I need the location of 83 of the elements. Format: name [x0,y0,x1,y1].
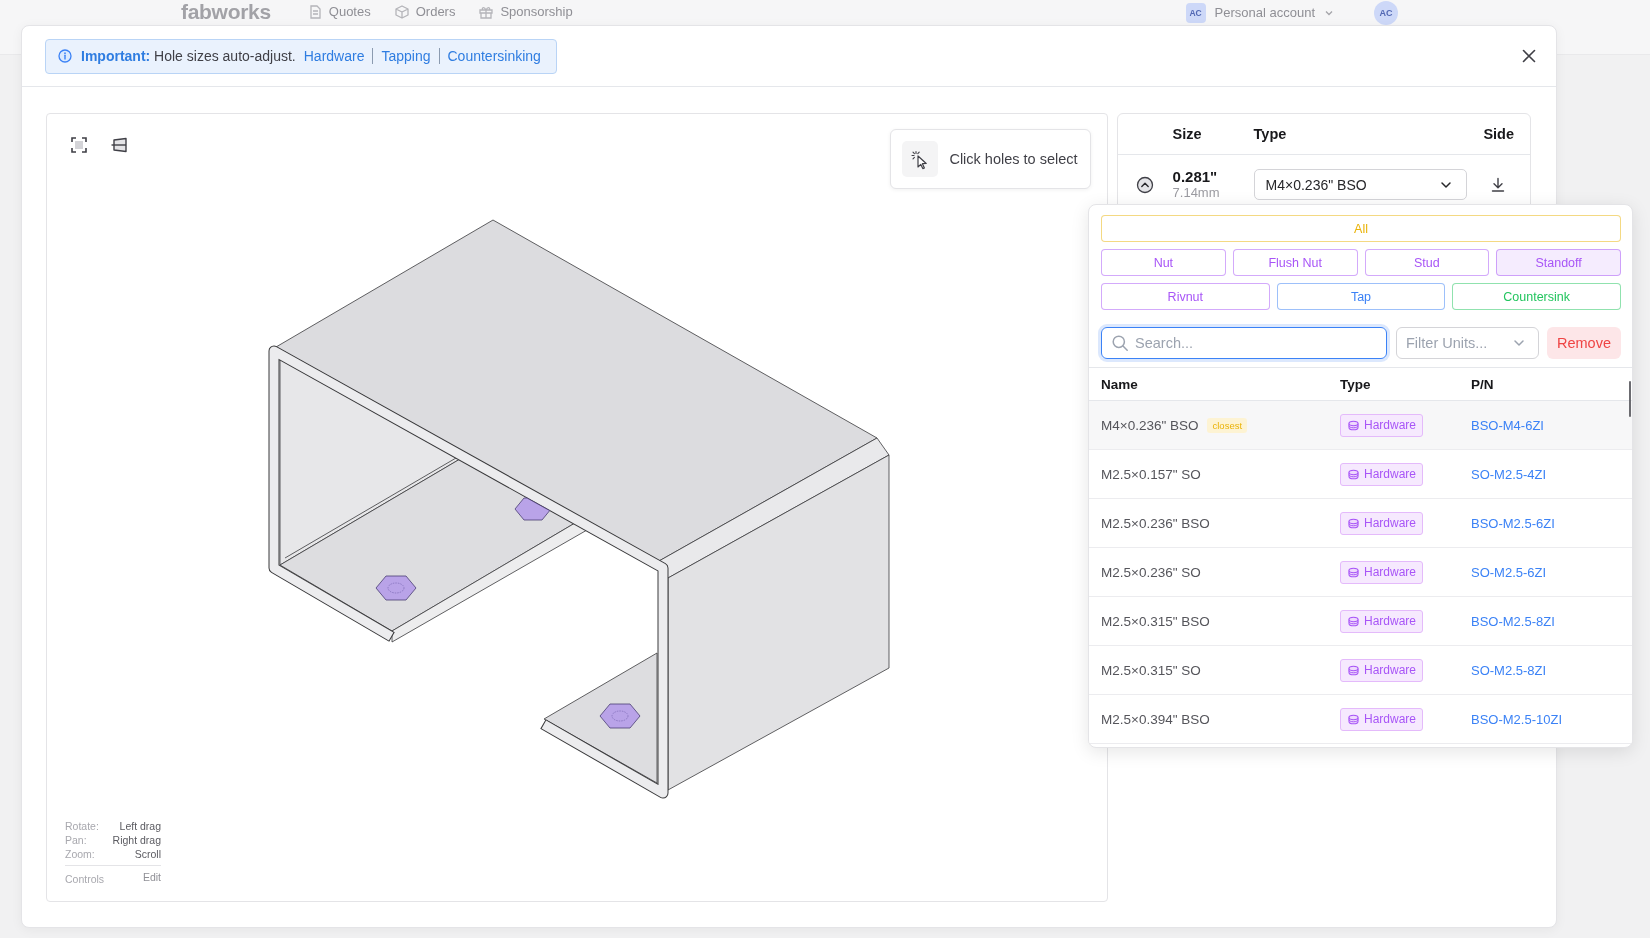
hex-nut[interactable] [375,575,417,601]
hex-nut[interactable] [599,703,641,729]
hint-text: Click holes to select [949,151,1078,167]
control-gesture-label: Scroll [134,847,161,861]
part-number-link[interactable]: BSO-M2.5-10ZI [1471,711,1632,727]
cylinder-icon [1348,419,1359,431]
control-action-label: Zoom: [65,847,95,861]
account-initials: AC [1185,3,1206,23]
notice-text: Important: Hole sizes auto-adjust. [81,48,296,64]
filter-button[interactable]: All [1101,215,1621,242]
logo-text[interactable]: fabworks [181,1,271,23]
cylinder-icon [1348,615,1359,627]
column-header: Type [1253,126,1288,142]
document-icon [308,5,322,19]
type-tag-label: Hardware [1364,663,1417,677]
column-header: Side [1483,126,1515,142]
column-header: P/N [1471,376,1495,392]
search-field[interactable]: Search... [1101,327,1387,359]
cylinder-icon [1348,664,1359,676]
cylinder-icon [1348,517,1359,529]
control-action-label: Rotate: [65,819,99,833]
type-tag-label: Hardware [1364,467,1417,481]
account-menu[interactable]: AC Personal account [1185,2,1334,24]
type-select[interactable]: M4×0.236" BSO [1253,169,1467,200]
filter-button[interactable]: Nut [1101,249,1226,276]
close-icon[interactable] [1522,49,1536,63]
cursor-click-icon [902,141,939,177]
table-row[interactable]: M2.5×0.236" BSO Hardware BSO-M2.5-6ZI [1089,499,1632,548]
cylinder-icon [1348,468,1359,480]
filter-button[interactable]: Countersink [1452,283,1621,310]
scrollbar-thumb[interactable] [1629,381,1631,417]
table-row[interactable]: M2.5×0.236" SO Hardware SO-M2.5-6ZI [1089,548,1632,597]
legend-title: Controls [65,872,105,886]
chevron-up-circle-icon[interactable] [1136,175,1155,194]
filter-button[interactable]: Stud [1364,249,1490,276]
control-gesture-label: Right drag [112,833,161,847]
part-number-link[interactable]: BSO-M2.5-8ZI [1471,613,1632,629]
gift-icon [479,5,494,19]
filter-button[interactable]: Flush Nut [1232,249,1358,276]
remove-button[interactable]: Remove [1547,327,1621,359]
control-action-label: Pan: [65,833,87,847]
hole-size-mm: 7.14mm [1172,185,1221,201]
nav-link[interactable]: Sponsorship [479,1,573,23]
part-number-link[interactable]: BSO-M2.5-6ZI [1471,515,1632,531]
type-tag-label: Hardware [1364,565,1417,579]
chevron-down-icon [1324,8,1334,18]
cylinder-icon [1348,566,1359,578]
table-row[interactable]: M2.5×0.315" BSO Hardware BSO-M2.5-8ZI [1089,597,1632,646]
closest-tag: closest [1207,417,1248,433]
avatar-initials[interactable]: AC [1374,1,1398,25]
part-number-link[interactable]: SO-M2.5-8ZI [1471,662,1632,678]
filter-button[interactable]: Standoff [1496,249,1621,276]
unit-filter-select[interactable]: Filter Units... [1396,327,1539,359]
type-tag-label: Hardware [1364,712,1417,726]
notice-link[interactable]: Tapping [381,48,431,64]
type-tag-label: Hardware [1364,516,1417,530]
notice-link[interactable]: Countersinking [447,48,541,64]
nav-link[interactable]: Quotes [308,1,371,23]
table-row[interactable]: M4×0.236" BSO closest Hardware BSO-M4-6ZI [1089,401,1632,450]
type-tag-label: Hardware [1364,614,1417,628]
column-header: Size [1172,126,1203,142]
part-number-link[interactable]: SO-M2.5-6ZI [1471,564,1632,580]
search-icon [1111,334,1129,352]
column-header: Type [1340,376,1372,392]
edit-link[interactable]: Edit [142,870,161,884]
filter-button[interactable]: Tap [1276,283,1446,310]
filter-button[interactable]: Rivnut [1101,283,1270,310]
account-label: Personal account [1214,4,1315,22]
table-row[interactable]: M2.5×0.315" SO Hardware SO-M2.5-8ZI [1089,646,1632,695]
part-number-link[interactable]: BSO-M4-6ZI [1471,417,1632,433]
part-number-link[interactable]: SO-M2.5-4ZI [1471,466,1632,482]
info-icon [58,49,72,63]
box-icon [394,5,409,19]
type-tag-label: Hardware [1364,418,1417,432]
hole-size: 0.281" [1172,168,1219,185]
frame-corners-icon[interactable] [71,137,87,153]
table-row[interactable]: M2.5×0.157" SO Hardware SO-M2.5-4ZI [1089,450,1632,499]
cylinder-icon [1348,713,1359,725]
notice-link[interactable]: Hardware [303,48,365,64]
nav-link[interactable]: Orders [394,1,456,23]
perspective-icon[interactable] [110,137,128,153]
table-row[interactable]: M2.5×0.394" BSO Hardware BSO-M2.5-10ZI [1089,695,1632,744]
control-gesture-label: Left drag [119,819,161,833]
